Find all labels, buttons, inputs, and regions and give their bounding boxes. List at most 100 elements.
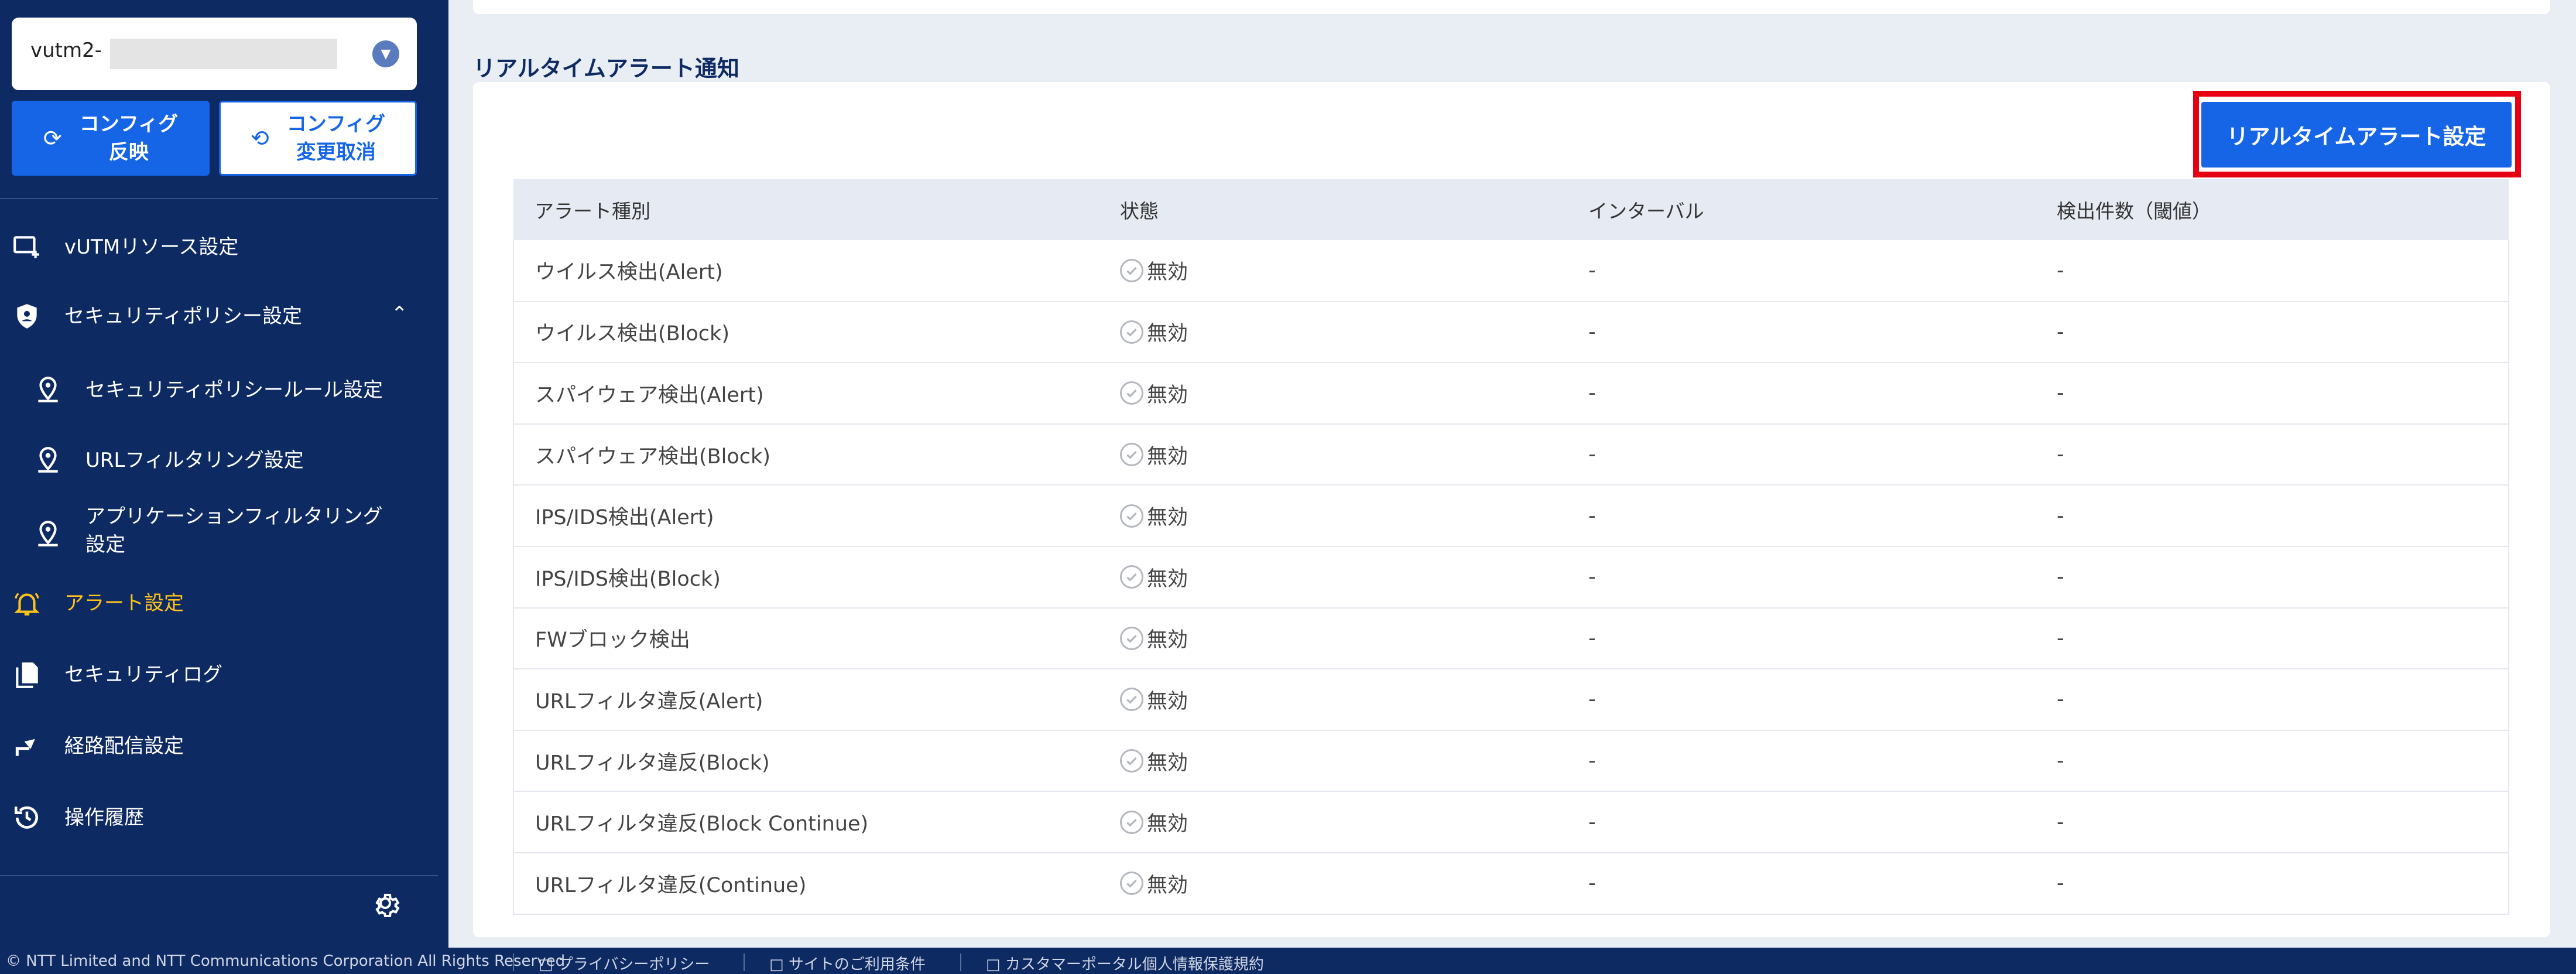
menu-item-label: セキュリティログ [64, 663, 222, 686]
sync-off-icon: ⟲ [250, 125, 269, 151]
check-circle-icon [1120, 381, 1143, 405]
chevron-up-icon[interactable]: ⌃ [391, 302, 408, 326]
cell-interval: - [1567, 301, 2036, 364]
cell-interval: - [1567, 791, 2036, 853]
table-row: FWブロック検出 無効 - - [513, 607, 2509, 670]
status-text: 無効 [1147, 322, 1188, 346]
status-text: 無効 [1147, 812, 1188, 836]
cell-count: - [2036, 240, 2509, 302]
cell-interval: - [1567, 669, 2036, 731]
realtime-alert-settings-button[interactable]: リアルタイムアラート設定 [2201, 102, 2512, 168]
menu-item-history[interactable]: 操作履歴 [0, 799, 438, 836]
menu-item-url-filtering[interactable]: URLフィルタリング設定 [0, 442, 438, 479]
sidebar: vutm2- ▼ ⟳ コンフィグ 反映 ⟲ コンフィグ 変更取消 vUTMリソー… [0, 0, 448, 948]
section-title: リアルタイムアラート通知 [473, 56, 739, 81]
cell-interval: - [1567, 730, 2036, 792]
cell-interval: - [1567, 240, 2036, 302]
tenant-select-value: vutm2- [30, 39, 102, 62]
footer-separator [960, 954, 961, 971]
check-circle-icon [1120, 504, 1143, 528]
document-icon [11, 658, 43, 691]
gear-icon[interactable] [370, 889, 405, 924]
status-indicator: 無効 [1120, 378, 1188, 408]
menu-item-label: アラート設定 [64, 592, 184, 615]
column-header-alert-type: アラート種別 [513, 179, 1099, 240]
status-text: 無効 [1147, 689, 1188, 713]
status-text: 無効 [1147, 261, 1188, 285]
status-indicator: 無効 [1120, 807, 1188, 837]
footer-link-privacy[interactable]: □ プライバシーポリシー [539, 952, 710, 974]
table-row: ウイルス検出(Block) 無効 - - [513, 301, 2509, 364]
history-icon [11, 801, 43, 834]
footer-link-customer-portal[interactable]: □ カスタマーポータル個人情報保護規約 [986, 952, 1264, 974]
menu-item-security-log[interactable]: セキュリティログ [0, 656, 438, 693]
alert-table: アラート種別 状態 インターバル 検出件数（閾値） ウイルス検出(Alert) 無… [513, 179, 2509, 915]
cell-status: 無効 [1099, 363, 1567, 425]
table-row: スパイウェア検出(Alert) 無効 - - [513, 363, 2509, 425]
table-row: IPS/IDS検出(Block) 無効 - - [513, 546, 2509, 609]
cell-alert-type: ウイルス検出(Block) [513, 301, 1099, 364]
menu-item-label: URLフィルタリング設定 [85, 449, 304, 472]
column-header-count: 検出件数（閾値） [2036, 179, 2509, 240]
monitor-add-icon [11, 231, 43, 264]
config-apply-button[interactable]: ⟳ コンフィグ 反映 [12, 101, 210, 176]
status-indicator: 無効 [1120, 317, 1188, 347]
cell-status: 無効 [1099, 546, 1567, 609]
menu-item-label: セキュリティポリシールール設定 [85, 378, 383, 402]
check-circle-icon [1120, 626, 1143, 650]
menu-item-label-line1: アプリケーションフィルタリング [85, 505, 383, 528]
menu-item-vutm-resource[interactable]: vUTMリソース設定 [0, 228, 438, 266]
check-circle-icon [1120, 688, 1143, 712]
status-text: 無効 [1147, 751, 1188, 775]
status-indicator: 無効 [1120, 685, 1188, 715]
cell-alert-type: URLフィルタ違反(Block) [513, 730, 1099, 792]
cell-count: - [2036, 363, 2509, 425]
menu-item-label: vUTMリソース設定 [64, 235, 239, 259]
menu-item-security-policy[interactable]: セキュリティポリシー設定 ⌃ [0, 298, 438, 335]
cell-interval: - [1567, 423, 2036, 486]
menu-item-alert[interactable]: アラート設定 [0, 585, 438, 622]
status-indicator: 無効 [1120, 440, 1188, 470]
check-circle-icon [1120, 258, 1143, 282]
footer-link-terms[interactable]: □ サイトのご利用条件 [769, 952, 926, 974]
config-apply-label: コンフィグ 反映 [80, 110, 178, 166]
alert-table-body: ウイルス検出(Alert) 無効 - - ウイルス検出(Block) 無効 - - スパイウェア… [513, 240, 2509, 915]
check-circle-icon [1120, 749, 1143, 773]
chevron-down-icon[interactable]: ▼ [372, 40, 399, 67]
config-cancel-label-line2: 変更取消 [296, 141, 376, 164]
cell-count: - [2036, 546, 2509, 609]
menu-item-app-filtering[interactable]: アプリケーションフィルタリング 設定 [0, 503, 438, 567]
table-row: URLフィルタ違反(Continue) 無効 - - [513, 852, 2509, 915]
status-text: 無効 [1147, 445, 1188, 469]
status-indicator: 無効 [1120, 746, 1188, 776]
cell-interval: - [1567, 363, 2036, 425]
table-row: URLフィルタ違反(Block Continue) 無効 - - [513, 791, 2509, 853]
config-apply-label-line1: コンフィグ [79, 112, 179, 136]
check-circle-icon [1120, 320, 1143, 344]
status-indicator: 無効 [1120, 501, 1188, 531]
status-indicator: 無効 [1120, 869, 1188, 898]
column-header-interval: インターバル [1567, 179, 2036, 240]
table-row: IPS/IDS検出(Alert) 無効 - - [513, 485, 2509, 547]
cell-status: 無効 [1099, 485, 1567, 547]
footer-separator [744, 954, 745, 971]
cell-alert-type: IPS/IDS検出(Alert) [513, 485, 1099, 547]
divider [0, 875, 438, 876]
config-cancel-button[interactable]: ⟲ コンフィグ 変更取消 [219, 101, 417, 176]
location-pin-icon [32, 374, 64, 406]
cell-alert-type: FWブロック検出 [513, 607, 1099, 670]
menu-item-security-policy-rule[interactable]: セキュリティポリシールール設定 [0, 371, 438, 409]
previous-section-card [473, 0, 2550, 14]
menu-item-route[interactable]: 経路配信設定 [0, 727, 438, 765]
footer-link-terms-label: サイトのご利用条件 [788, 956, 926, 973]
menu-item-label: アプリケーションフィルタリング 設定 [85, 503, 383, 559]
check-circle-icon [1120, 443, 1143, 467]
cell-count: - [2036, 485, 2509, 547]
cell-count: - [2036, 852, 2509, 915]
cell-interval: - [1567, 485, 2036, 547]
config-cancel-label-line1: コンフィグ [286, 112, 386, 136]
footer-copyright: © NTT Limited and NTT Communications Cor… [6, 952, 570, 970]
masked-tenant-name [110, 39, 337, 69]
shield-icon [11, 300, 43, 333]
tenant-select[interactable]: vutm2- ▼ [12, 18, 417, 90]
